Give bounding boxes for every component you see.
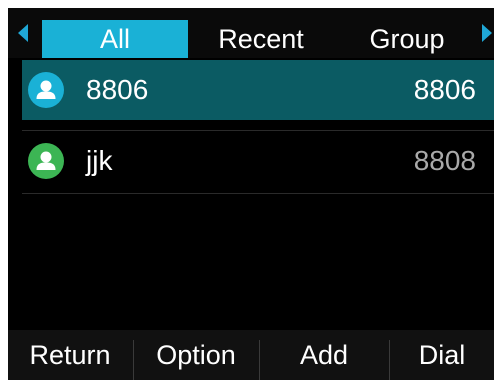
tab-bar: All Recent Group bbox=[8, 8, 494, 58]
option-button[interactable]: Option bbox=[134, 330, 258, 380]
dial-button[interactable]: Dial bbox=[390, 330, 494, 380]
contact-number: 8808 bbox=[413, 145, 476, 176]
tab-all[interactable]: All bbox=[42, 20, 188, 58]
contact-row[interactable]: jjk 8808 bbox=[22, 131, 494, 191]
contact-person-icon bbox=[28, 143, 64, 179]
contact-name: jjk bbox=[86, 145, 113, 176]
triangle-left-icon[interactable] bbox=[18, 24, 28, 42]
phone-screen: All Recent Group 8806 8806 jjk 8808 Retu… bbox=[8, 8, 494, 380]
triangle-right-icon[interactable] bbox=[482, 24, 492, 42]
tab-recent[interactable]: Recent bbox=[196, 20, 326, 58]
tab-group[interactable]: Group bbox=[336, 20, 478, 58]
return-button[interactable]: Return bbox=[8, 330, 132, 380]
contact-name: 8806 bbox=[86, 74, 149, 105]
contact-row[interactable]: 8806 8806 bbox=[22, 60, 494, 120]
contact-person-icon bbox=[28, 72, 64, 108]
row-divider bbox=[22, 193, 494, 194]
contact-number: 8806 bbox=[413, 74, 476, 105]
softkey-bar: Return Option Add Dial bbox=[8, 330, 494, 380]
add-button[interactable]: Add bbox=[260, 330, 388, 380]
